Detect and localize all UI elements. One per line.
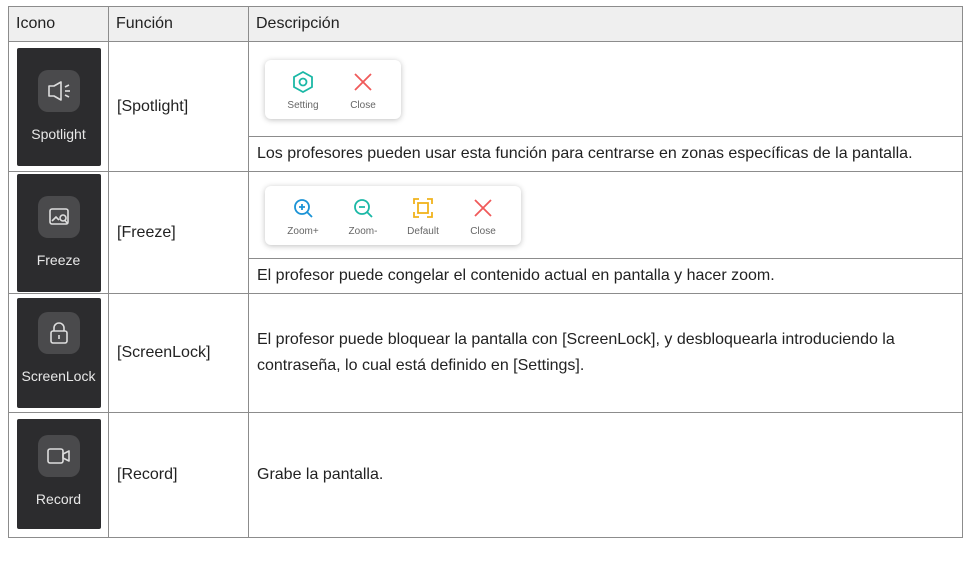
icon-cell: ScreenLock — [8, 293, 109, 413]
spotlight-icon — [37, 69, 80, 112]
tile-label: ScreenLock — [21, 368, 96, 384]
spotlight-tile: Spotlight — [16, 47, 101, 166]
description: Grabe la pantalla. — [248, 412, 963, 538]
table-row: ScreenLock [ScreenLock] El profesor pued… — [8, 293, 963, 413]
default-button[interactable]: Default — [395, 196, 451, 237]
icon-cell: Freeze — [8, 171, 109, 294]
description: El profesor puede bloquear la pantalla c… — [248, 293, 963, 413]
spotlight-toolbar: Setting Close — [265, 59, 401, 119]
description: Los profesores pueden usar esta función … — [248, 136, 963, 172]
function-name: [Spotlight] — [108, 41, 249, 172]
record-tile: Record — [16, 419, 101, 529]
toolbar-cell: Zoom+ Zoom- Default Close — [248, 171, 963, 259]
function-name: [ScreenLock] — [108, 293, 249, 413]
close-label: Close — [350, 99, 376, 111]
setting-label: Setting — [287, 99, 319, 111]
header-row: Icono Función Descripción — [8, 6, 963, 42]
table-row: Spotlight [Spotlight] Setting Close — [8, 41, 963, 172]
lock-icon — [37, 312, 80, 354]
zoom-out-label: Zoom- — [348, 225, 378, 237]
header-funcion: Función — [108, 6, 249, 42]
zoom-in-button[interactable]: Zoom+ — [275, 196, 331, 237]
table-row: Freeze [Freeze] Zoom+ Zoom- Default Clos… — [8, 171, 963, 294]
tile-label: Freeze — [36, 251, 81, 268]
default-icon — [413, 197, 433, 218]
setting-icon — [293, 70, 313, 93]
function-name: [Freeze] — [108, 171, 249, 294]
setting-button[interactable]: Setting — [275, 70, 331, 111]
zoom-in-label: Zoom+ — [287, 225, 319, 237]
tile-label: Record — [35, 491, 82, 507]
close-button[interactable]: Close — [455, 196, 511, 237]
default-label: Default — [407, 225, 439, 237]
toolbar-cell: Setting Close — [248, 41, 963, 137]
header-icono: Icono — [8, 6, 109, 42]
freeze-icon — [37, 195, 80, 238]
freeze-toolbar: Zoom+ Zoom- Default Close — [265, 185, 521, 245]
icon-cell: Record — [8, 412, 109, 538]
description: El profesor puede congelar el contenido … — [248, 258, 963, 294]
freeze-tile: Freeze — [16, 173, 101, 292]
zoom-out-button[interactable]: Zoom- — [335, 196, 391, 237]
table-row: Record [Record] Grabe la pantalla. — [8, 412, 963, 538]
zoom-in-icon — [294, 198, 313, 218]
close-icon — [354, 72, 372, 91]
tile-label: Spotlight — [31, 125, 86, 142]
record-icon — [37, 435, 80, 477]
function-table: Icono Función Descripción Spotlight [Spo… — [8, 6, 963, 538]
header-descripcion: Descripción — [248, 6, 963, 42]
close-button[interactable]: Close — [335, 70, 391, 111]
close-icon — [474, 198, 492, 217]
screenlock-tile: ScreenLock — [16, 298, 101, 408]
zoom-out-icon — [354, 198, 373, 218]
icon-cell: Spotlight — [8, 41, 109, 172]
function-name: [Record] — [108, 412, 249, 538]
close-label: Close — [470, 225, 496, 237]
